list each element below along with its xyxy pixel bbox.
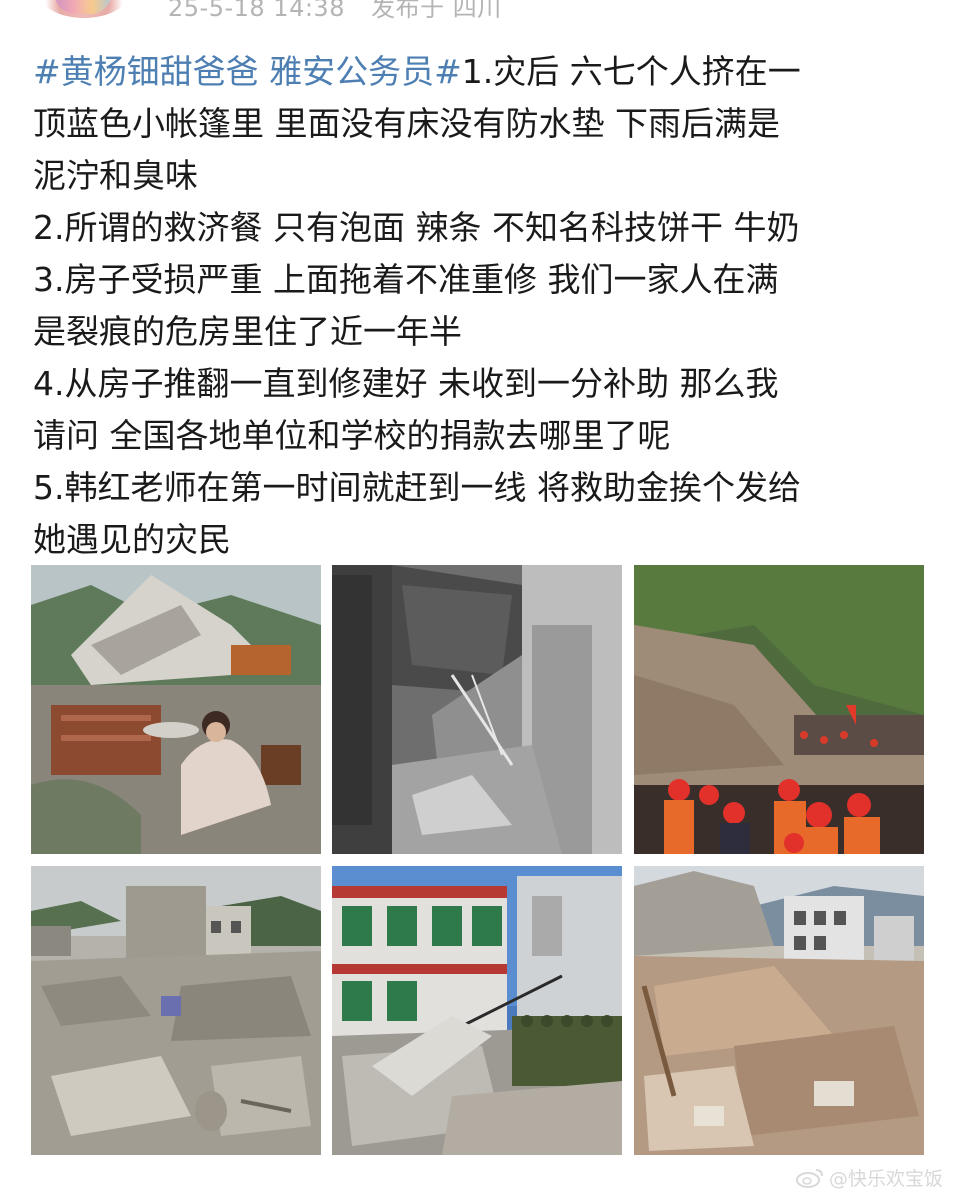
watermark: @快乐欢宝饭: [795, 1164, 943, 1191]
post-line: 2.所谓的救济餐 只有泡面 辣条 不知名科技饼干 牛奶: [33, 208, 800, 247]
post-meta: 25-5-18 14:38 发布于 四川: [168, 0, 520, 23]
post-line: 请问 全国各地单位和学校的捐款去哪里了呢: [33, 416, 671, 455]
earthquake-photo-collapsed-alley-icon: [332, 565, 622, 854]
post-line: 4.从房子推翻一直到修建好 未收到一分补助 那么我: [33, 364, 779, 403]
post-line: 顶蓝色小帐篷里 里面没有床没有防水垫 下雨后满是: [33, 104, 780, 143]
earthquake-photo-damaged-school-icon: [332, 866, 622, 1155]
post-header: 25-5-18 14:38 发布于 四川: [0, 0, 953, 30]
post-line: #黄杨钿甜爸爸 雅安公务员#1.灾后 六七个人挤在一: [33, 52, 801, 91]
photo-6[interactable]: [634, 866, 924, 1155]
post-location: 发布于 四川: [371, 0, 502, 22]
hashtag-link[interactable]: #黄杨钿甜爸爸 雅安公务员#: [33, 52, 462, 91]
photo-2[interactable]: [332, 565, 622, 854]
photo-3[interactable]: [634, 565, 924, 854]
post-date: 25-5-18 14:38: [168, 0, 345, 22]
avatar[interactable]: [40, 0, 128, 18]
photo-5[interactable]: [332, 866, 622, 1155]
photo-4[interactable]: [31, 866, 321, 1155]
post-line: 她遇见的灾民: [33, 520, 231, 559]
earthquake-photo-rubble-field-icon: [634, 866, 924, 1155]
earthquake-photo-destroyed-buildings-icon: [31, 866, 321, 1155]
post-line: 泥泞和臭味: [33, 156, 198, 195]
earthquake-photo-woman-rubble-icon: [31, 565, 321, 854]
earthquake-photo-rescue-workers-icon: [634, 565, 924, 854]
photo-grid: [31, 565, 924, 1155]
post-line: 3.房子受损严重 上面拖着不准重修 我们一家人在满: [33, 260, 779, 299]
post-body: #黄杨钿甜爸爸 雅安公务员#1.灾后 六七个人挤在一 顶蓝色小帐篷里 里面没有床…: [33, 46, 928, 566]
weibo-logo-icon: [795, 1168, 823, 1188]
post-line: 是裂痕的危房里住了近一年半: [33, 312, 462, 351]
watermark-text: @快乐欢宝饭: [828, 1168, 943, 1190]
photo-1[interactable]: [31, 565, 321, 854]
post-line: 5.韩红老师在第一时间就赶到一线 将救助金挨个发给: [33, 468, 801, 507]
